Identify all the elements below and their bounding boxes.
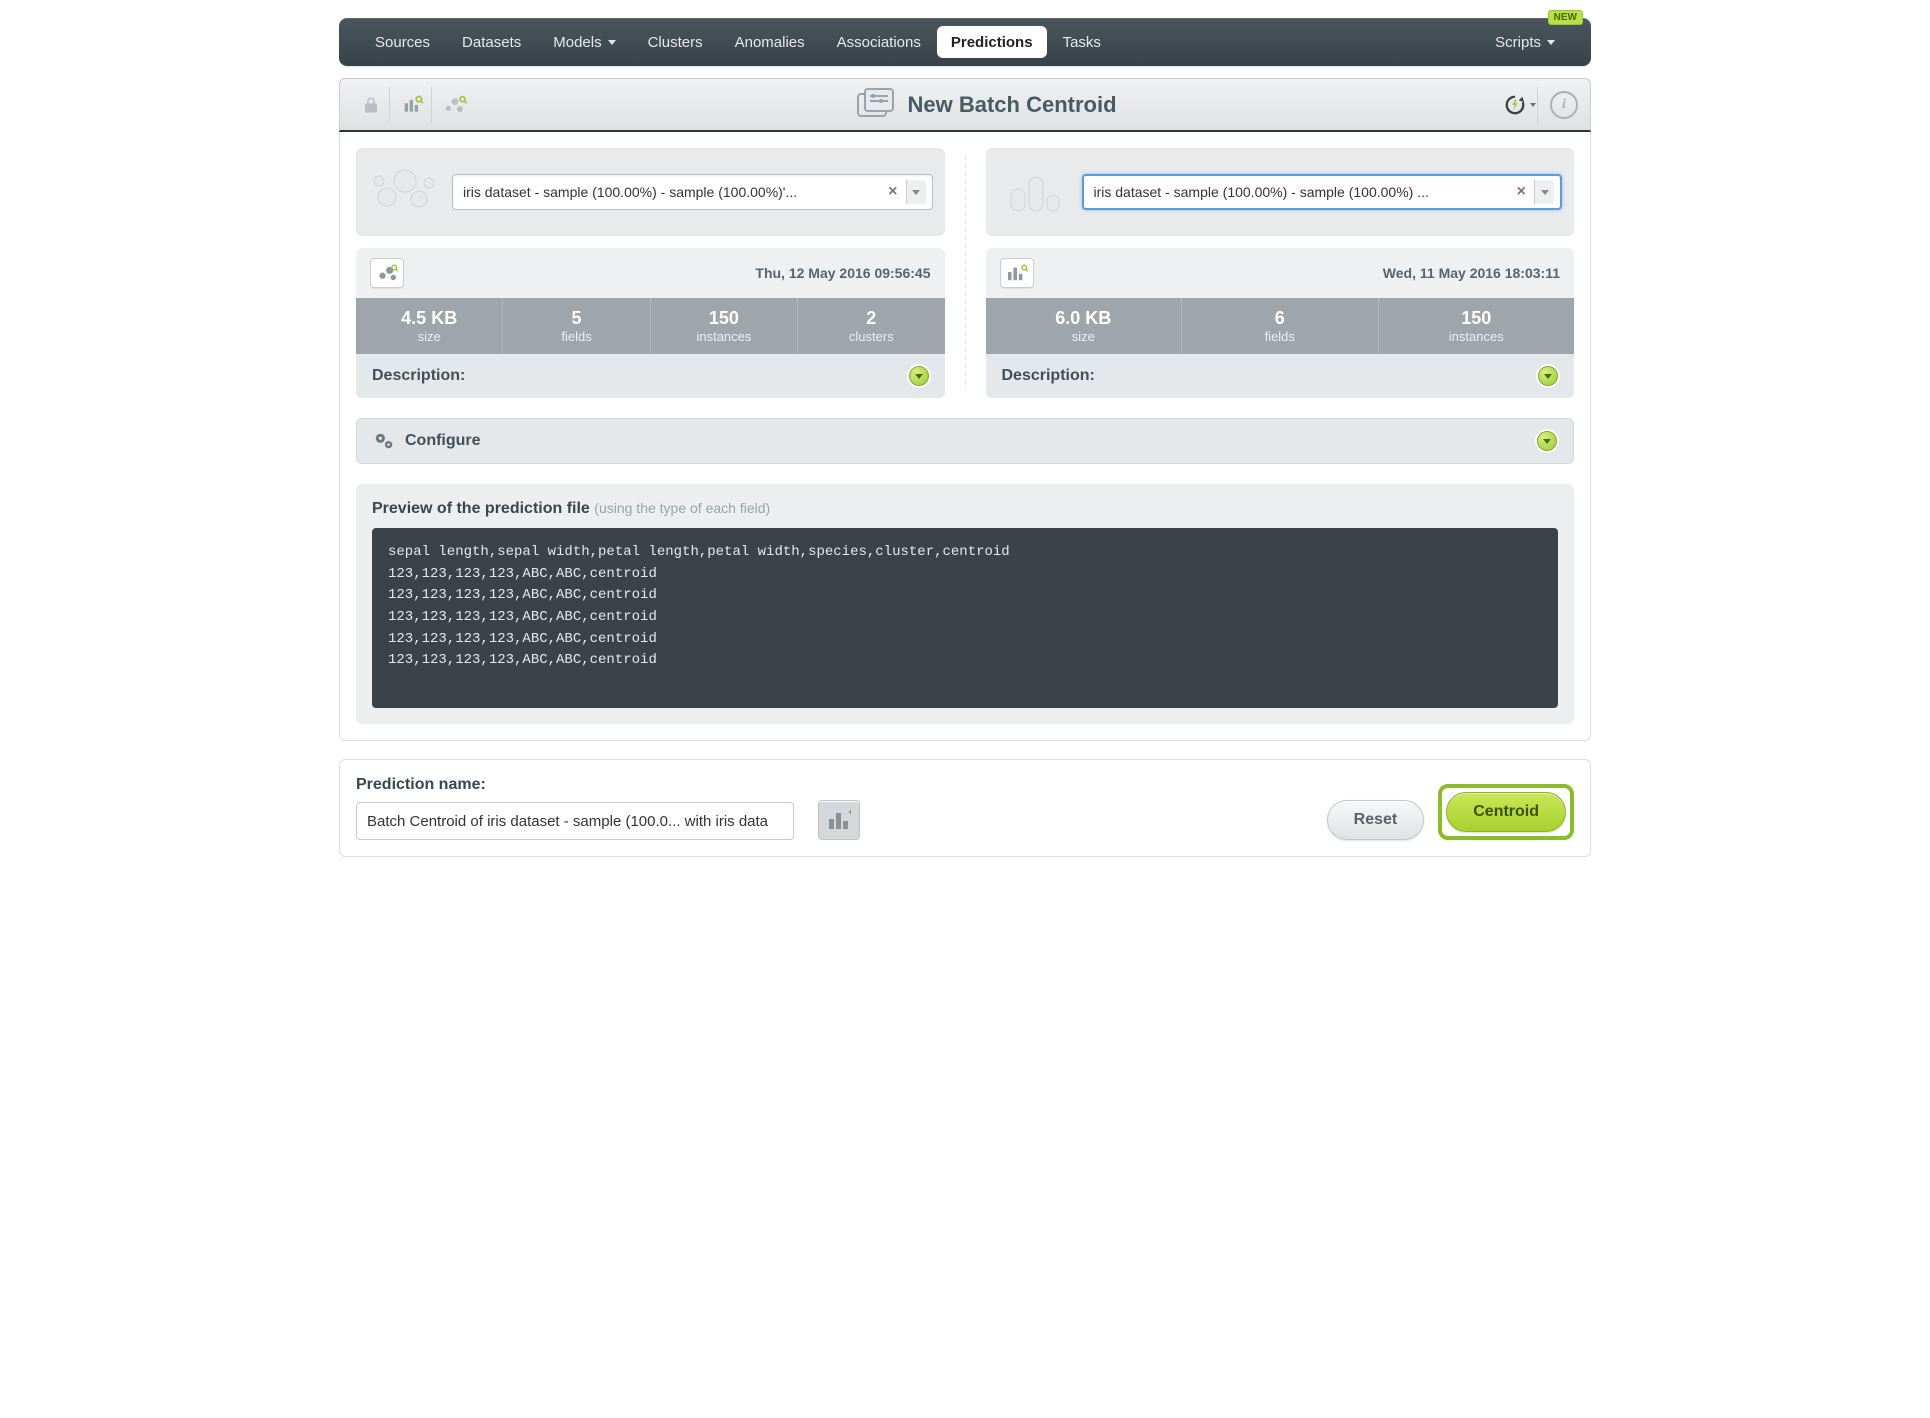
- cluster-info-row: Thu, 12 May 2016 09:56:45: [356, 248, 945, 298]
- cluster-select-text: iris dataset - sample (100.00%) - sample…: [463, 184, 880, 200]
- output-dataset-icon[interactable]: +: [818, 800, 860, 840]
- nav-tasks[interactable]: Tasks: [1047, 18, 1117, 66]
- batch-centroid-icon: [857, 88, 897, 122]
- dataset-timestamp: Wed, 11 May 2016 18:03:11: [1383, 265, 1560, 281]
- preview-block: Preview of the prediction file (using th…: [356, 484, 1574, 724]
- description-label: Description:: [1002, 367, 1095, 385]
- page-title: New Batch Centroid: [907, 92, 1116, 118]
- histogram-magnify-icon[interactable]: [394, 87, 432, 123]
- stat-instances: 150instances: [651, 298, 798, 354]
- cluster-icon: [368, 167, 440, 217]
- configure-row[interactable]: Configure: [356, 418, 1574, 464]
- expand-toggle[interactable]: [909, 366, 929, 386]
- dataset-selector-box: iris dataset - sample (100.00%) - sample…: [986, 148, 1575, 236]
- configure-label: Configure: [405, 432, 481, 450]
- dropdown-toggle[interactable]: [1534, 180, 1554, 204]
- dataset-select-text: iris dataset - sample (100.00%) - sample…: [1094, 184, 1509, 200]
- svg-text:+: +: [848, 809, 851, 817]
- nav-datasets[interactable]: Datasets: [446, 18, 537, 66]
- nav-scripts[interactable]: Scripts: [1479, 18, 1571, 66]
- cluster-badge-icon[interactable]: [370, 258, 404, 288]
- nav-models-label: Models: [553, 34, 601, 51]
- dataset-badge-icon[interactable]: [1000, 258, 1034, 288]
- new-badge: NEW: [1548, 10, 1583, 25]
- bars-icon: [998, 167, 1070, 217]
- nav-models[interactable]: Models: [537, 18, 631, 66]
- gears-icon: [373, 431, 395, 451]
- info-icon[interactable]: i: [1550, 91, 1578, 119]
- cluster-selector-box: iris dataset - sample (100.00%) - sample…: [356, 148, 945, 236]
- cluster-magnify-icon[interactable]: [436, 87, 474, 123]
- footer: Prediction name: + Reset Centroid: [339, 759, 1591, 857]
- centroid-button[interactable]: Centroid: [1446, 792, 1566, 832]
- cluster-stats: 4.5 KBsize 5fields 150instances 2cluster…: [356, 298, 945, 354]
- clear-icon[interactable]: ×: [1509, 183, 1534, 201]
- page-header: New Batch Centroid i: [339, 78, 1591, 132]
- stat-fields: 5fields: [503, 298, 650, 354]
- nav-sources[interactable]: Sources: [359, 18, 446, 66]
- lock-icon[interactable]: [352, 87, 390, 123]
- expand-toggle[interactable]: [1537, 431, 1557, 451]
- dataset-select[interactable]: iris dataset - sample (100.00%) - sample…: [1082, 174, 1563, 210]
- stat-size: 6.0 KBsize: [986, 298, 1183, 354]
- preview-code: sepal length,sepal width,petal length,pe…: [372, 528, 1558, 708]
- nav-associations[interactable]: Associations: [821, 18, 937, 66]
- dataset-description-row[interactable]: Description:: [986, 354, 1575, 398]
- nav-predictions[interactable]: Predictions: [937, 26, 1047, 58]
- caret-down-icon: [608, 40, 616, 45]
- nav-anomalies[interactable]: Anomalies: [719, 18, 821, 66]
- reset-button[interactable]: Reset: [1327, 800, 1425, 840]
- top-nav: Sources Datasets Models Clusters Anomali…: [339, 18, 1591, 66]
- clear-icon[interactable]: ×: [880, 183, 905, 201]
- dataset-info-row: Wed, 11 May 2016 18:03:11: [986, 248, 1575, 298]
- stat-fields: 6fields: [1182, 298, 1379, 354]
- nav-clusters[interactable]: Clusters: [632, 18, 719, 66]
- preview-title: Preview of the prediction file (using th…: [372, 500, 1558, 518]
- caret-down-icon: [1547, 40, 1555, 45]
- dropdown-toggle[interactable]: [906, 180, 926, 204]
- expand-toggle[interactable]: [1538, 366, 1558, 386]
- cluster-select[interactable]: iris dataset - sample (100.00%) - sample…: [452, 174, 933, 210]
- prediction-name-label: Prediction name:: [356, 776, 794, 794]
- stat-size: 4.5 KBsize: [356, 298, 503, 354]
- stat-instances: 150instances: [1379, 298, 1575, 354]
- cluster-timestamp: Thu, 12 May 2016 09:56:45: [755, 265, 930, 281]
- dataset-stats: 6.0 KBsize 6fields 150instances: [986, 298, 1575, 354]
- prediction-name-input[interactable]: [356, 802, 794, 840]
- submit-highlight: Centroid: [1438, 784, 1574, 840]
- description-label: Description:: [372, 367, 465, 385]
- cluster-description-row[interactable]: Description:: [356, 354, 945, 398]
- refresh-lightning-icon[interactable]: [1500, 87, 1538, 123]
- nav-scripts-label: Scripts: [1495, 34, 1541, 51]
- caret-down-icon: [1530, 103, 1536, 107]
- stat-clusters: 2clusters: [798, 298, 944, 354]
